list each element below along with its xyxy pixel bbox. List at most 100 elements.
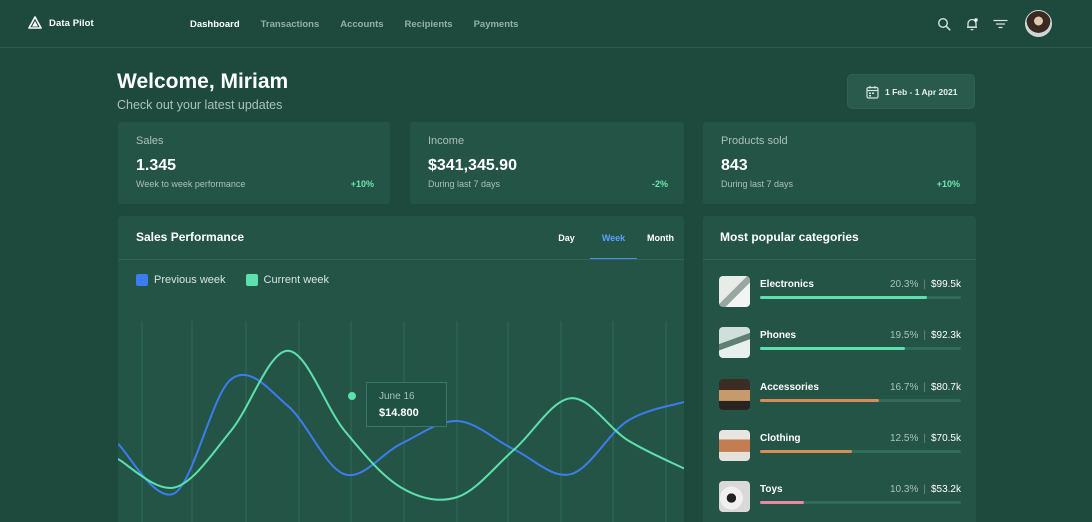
category-progress-track bbox=[760, 347, 961, 351]
category-percent: 20.3% bbox=[890, 279, 919, 290]
category-amount: $92.3k bbox=[930, 330, 961, 342]
category-stats: 20.3% | $99.5k bbox=[890, 279, 961, 290]
category-progress-track bbox=[760, 501, 961, 505]
main-nav: Dashboard Transactions Accounts Recipien… bbox=[190, 19, 539, 30]
category-row-toys[interactable]: Toys 10.3% | $53.2k bbox=[719, 481, 961, 513]
stat-change: +10% bbox=[350, 179, 374, 189]
page-title: Welcome, Miriam bbox=[117, 70, 289, 93]
category-percent: 19.5% bbox=[890, 330, 919, 342]
category-name: Electronics bbox=[760, 279, 814, 290]
legend-swatch bbox=[245, 274, 258, 286]
separator: | bbox=[923, 381, 926, 393]
category-amount: $53.2k bbox=[930, 484, 961, 496]
stat-subtext: During last 7 days bbox=[428, 179, 501, 189]
stat-subtext: During last 7 days bbox=[721, 179, 794, 189]
category-percent: 16.7% bbox=[890, 381, 919, 393]
category-name: Clothing bbox=[760, 432, 801, 444]
nav-dashboard[interactable]: Dashboard bbox=[190, 19, 240, 30]
notification-bell-icon[interactable] bbox=[963, 15, 981, 33]
search-icon[interactable] bbox=[935, 15, 953, 33]
category-progress-fill bbox=[760, 296, 927, 299]
stat-value: 1.345 bbox=[136, 157, 177, 174]
separator: | bbox=[923, 432, 926, 444]
stat-subtext: Week to week performance bbox=[136, 179, 246, 189]
period-tabs: Day Week Month bbox=[543, 216, 684, 260]
divider bbox=[703, 259, 976, 260]
category-percent: 12.5% bbox=[890, 432, 919, 444]
accessories-image bbox=[719, 378, 750, 410]
separator: | bbox=[923, 330, 926, 342]
nav-payments[interactable]: Payments bbox=[474, 19, 519, 30]
category-amount: $80.7k bbox=[930, 381, 961, 393]
category-row-phones[interactable]: Phones 19.5% | $92.3k bbox=[719, 327, 961, 359]
category-row-accessories[interactable]: Accessories 16.7% | $80.7k bbox=[719, 378, 961, 411]
category-amount: $99.5k bbox=[930, 279, 961, 290]
date-range-button[interactable]: 1 Feb - 1 Apr 2021 bbox=[847, 74, 975, 109]
phones-image bbox=[719, 327, 750, 359]
calendar-icon bbox=[866, 85, 879, 99]
legend-swatch bbox=[136, 274, 148, 286]
tooltip-date: June 16 bbox=[379, 391, 415, 402]
category-progress-track bbox=[760, 398, 961, 402]
category-stats: 12.5% | $70.5k bbox=[890, 433, 961, 444]
category-name: Phones bbox=[760, 330, 797, 342]
stat-label: Products sold bbox=[721, 135, 788, 147]
stat-card-income: Income $341,345.90 During last 7 days -2… bbox=[410, 122, 684, 204]
legend-label: Current week bbox=[263, 274, 329, 286]
category-progress-fill bbox=[760, 347, 905, 351]
category-progress-track bbox=[760, 449, 961, 453]
category-amount: $70.5k bbox=[930, 432, 961, 444]
stat-value: $341,345.90 bbox=[428, 157, 517, 174]
logo[interactable]: Data Pilot bbox=[28, 16, 94, 30]
category-percent: 10.3% bbox=[890, 484, 919, 496]
separator: | bbox=[923, 279, 926, 290]
filter-icon[interactable] bbox=[991, 15, 1009, 33]
sales-line-chart bbox=[118, 321, 684, 522]
category-progress-track bbox=[760, 296, 961, 299]
legend-current-week[interactable]: Current week bbox=[245, 274, 329, 286]
stat-label: Income bbox=[428, 135, 465, 147]
nav-recipients[interactable]: Recipients bbox=[405, 19, 453, 30]
category-name: Accessories bbox=[760, 381, 819, 393]
category-progress-fill bbox=[760, 449, 853, 453]
category-progress-fill bbox=[760, 398, 879, 402]
categories-title: Most popular categories bbox=[720, 230, 859, 244]
stat-value: 843 bbox=[721, 157, 748, 174]
category-row-electronics[interactable]: Electronics 20.3% | $99.5k bbox=[719, 276, 961, 308]
category-progress-fill bbox=[760, 501, 805, 505]
top-navigation: Data Pilot Dashboard Transactions Accoun… bbox=[0, 0, 1092, 48]
top-actions bbox=[935, 10, 1052, 37]
tab-day[interactable]: Day bbox=[543, 216, 590, 260]
popular-categories-card: Most popular categories Electronics 20.3%… bbox=[703, 216, 976, 522]
date-range-label: 1 Feb - 1 Apr 2021 bbox=[885, 86, 958, 97]
sales-performance-title: Sales Performance bbox=[136, 230, 245, 244]
stat-change: -2% bbox=[651, 179, 668, 189]
tooltip-marker[interactable] bbox=[348, 392, 356, 400]
nav-transactions[interactable]: Transactions bbox=[261, 19, 320, 30]
category-row-clothing[interactable]: Clothing 12.5% | $70.5k bbox=[719, 429, 961, 462]
nav-accounts[interactable]: Accounts bbox=[340, 19, 383, 30]
category-stats: 16.7% | $80.7k bbox=[890, 382, 961, 393]
app-name: Data Pilot bbox=[49, 17, 94, 29]
separator: | bbox=[923, 484, 926, 496]
stat-change: +10% bbox=[936, 179, 960, 189]
page-subtitle: Check out your latest updates bbox=[117, 98, 283, 112]
stat-card-sales: Sales 1.345 Week to week performance +10… bbox=[118, 122, 390, 204]
stat-card-products-sold: Products sold 843 During last 7 days +10… bbox=[703, 122, 976, 204]
sales-performance-card: Sales Performance Day Week Month Previou… bbox=[118, 216, 684, 522]
category-name: Toys bbox=[760, 484, 783, 496]
clothing-image bbox=[719, 429, 750, 461]
toys-image bbox=[719, 481, 750, 513]
logo-icon bbox=[28, 16, 42, 29]
category-stats: 10.3% | $53.2k bbox=[890, 484, 961, 495]
tab-month[interactable]: Month bbox=[637, 216, 684, 260]
divider bbox=[118, 259, 684, 260]
chart-legend: Previous week Current week bbox=[136, 274, 329, 286]
category-stats: 19.5% | $92.3k bbox=[890, 330, 961, 341]
legend-label: Previous week bbox=[154, 274, 226, 286]
user-avatar[interactable] bbox=[1025, 10, 1052, 37]
legend-previous-week[interactable]: Previous week bbox=[136, 274, 226, 286]
tooltip-value: $14.800 bbox=[379, 407, 419, 419]
chart-tooltip: June 16 $14.800 bbox=[366, 382, 447, 427]
tab-week[interactable]: Week bbox=[590, 216, 637, 260]
